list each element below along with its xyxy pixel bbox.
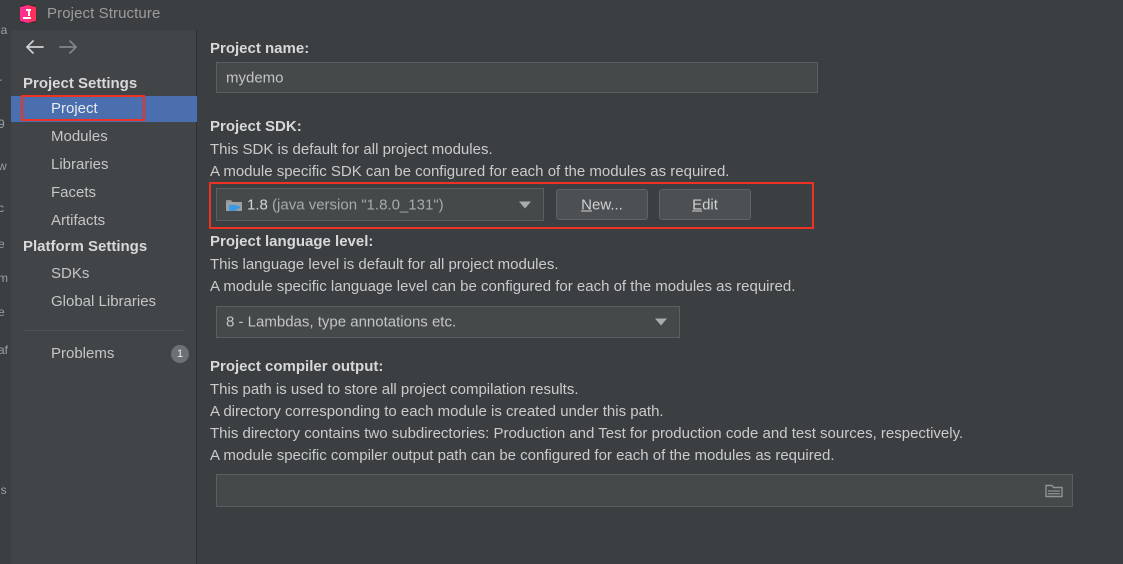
sidebar-item-project[interactable]: Project <box>11 96 197 122</box>
project-name-value: mydemo <box>226 69 284 86</box>
compiler-output-description-line-4: A module specific compiler output path c… <box>210 447 835 464</box>
language-level-description-line-1: This language level is default for all p… <box>210 256 559 273</box>
bg-fragment: 9 <box>0 117 5 131</box>
compiler-output-label: Project compiler output: <box>210 358 384 375</box>
language-level-label: Project language level: <box>210 233 374 250</box>
sdk-edit-button[interactable]: Edit <box>659 189 751 220</box>
project-sdk-label: Project SDK: <box>210 118 302 135</box>
sdk-edit-mnemonic: E <box>692 196 703 213</box>
compiler-output-input[interactable] <box>216 474 1073 507</box>
sidebar-item-artifacts[interactable]: Artifacts <box>11 208 197 234</box>
sidebar-item-modules[interactable]: Modules <box>11 124 197 150</box>
window-title: Project Structure <box>47 5 161 22</box>
bg-fragment: e <box>0 237 5 251</box>
java-sdk-folder-icon <box>225 197 243 213</box>
project-sdk-combobox[interactable]: 1.8 (java version "1.8.0_131") <box>216 188 544 221</box>
sidebar-item-label: Facets <box>51 184 97 201</box>
sidebar-item-label: SDKs <box>51 265 90 282</box>
project-sdk-detail: (java version "1.8.0_131") <box>272 196 444 213</box>
sidebar-item-facets[interactable]: Facets <box>11 180 197 206</box>
project-settings-panel: Project name: mydemo Project SDK: This S… <box>198 30 1123 564</box>
sidebar-item-problems[interactable]: Problems 1 <box>11 341 197 367</box>
bg-fragment: r <box>0 76 2 88</box>
bg-fragment: la <box>0 23 8 37</box>
back-arrow-icon[interactable] <box>23 36 49 58</box>
compiler-output-description-line-1: This path is used to store all project c… <box>210 381 579 398</box>
sidebar-heading-project-settings: Project Settings <box>23 75 138 92</box>
compiler-output-description-line-2: A directory corresponding to each module… <box>210 403 664 420</box>
title-bar: Project Structure <box>11 0 1123 30</box>
bg-fragment: is <box>0 483 7 497</box>
bg-fragment: c <box>0 201 4 215</box>
sidebar-item-sdks[interactable]: SDKs <box>11 261 197 287</box>
bg-fragment: w <box>0 159 7 173</box>
project-sdk-description-line-1: This SDK is default for all project modu… <box>210 141 493 158</box>
sdk-new-mnemonic: N <box>581 196 592 213</box>
sidebar-item-libraries[interactable]: Libraries <box>11 152 197 178</box>
sidebar-item-label: Libraries <box>51 156 109 173</box>
settings-sidebar: Project Settings Project Modules Librari… <box>11 30 197 564</box>
problems-count-badge: 1 <box>171 345 189 363</box>
navigation-row <box>11 30 196 64</box>
language-level-combobox[interactable]: 8 - Lambdas, type annotations etc. <box>216 306 680 338</box>
project-name-input[interactable]: mydemo <box>216 62 818 93</box>
chevron-down-icon <box>519 201 531 208</box>
sidebar-item-label: Modules <box>51 128 108 145</box>
compiler-output-description-line-3: This directory contains two subdirectori… <box>210 425 964 442</box>
bg-fragment: e <box>0 305 5 319</box>
sidebar-item-label: Artifacts <box>51 212 106 229</box>
sidebar-item-label: Problems <box>51 345 115 362</box>
bg-fragment: m <box>0 271 8 285</box>
chevron-down-icon <box>655 318 667 326</box>
sidebar-item-label: Project <box>51 100 98 117</box>
background-window-sliver: la r 9 w c e m e af is <box>0 0 11 564</box>
sidebar-separator <box>23 330 185 331</box>
language-level-description-line-2: A module specific language level can be … <box>210 278 796 295</box>
sdk-new-button-label: New... <box>581 196 623 213</box>
project-sdk-value: 1.8 (java version "1.8.0_131") <box>247 196 444 213</box>
project-sdk-description-line-2: A module specific SDK can be configured … <box>210 163 730 180</box>
sdk-new-button[interactable]: New... <box>556 189 648 220</box>
sidebar-heading-platform-settings: Platform Settings <box>23 238 148 255</box>
language-level-value: 8 - Lambdas, type annotations etc. <box>226 313 457 331</box>
project-name-label: Project name: <box>210 40 310 57</box>
project-structure-dialog: la r 9 w c e m e af is Project Structure <box>0 0 1123 564</box>
forward-arrow-icon[interactable] <box>55 36 81 58</box>
folder-icon[interactable] <box>1045 483 1063 498</box>
sdk-edit-button-label: Edit <box>692 196 718 213</box>
intellij-idea-icon <box>19 4 37 24</box>
sidebar-item-global-libraries[interactable]: Global Libraries <box>11 289 197 315</box>
project-sdk-version: 1.8 <box>247 196 268 213</box>
bg-fragment: af <box>0 343 9 357</box>
sidebar-item-label: Global Libraries <box>51 293 157 310</box>
